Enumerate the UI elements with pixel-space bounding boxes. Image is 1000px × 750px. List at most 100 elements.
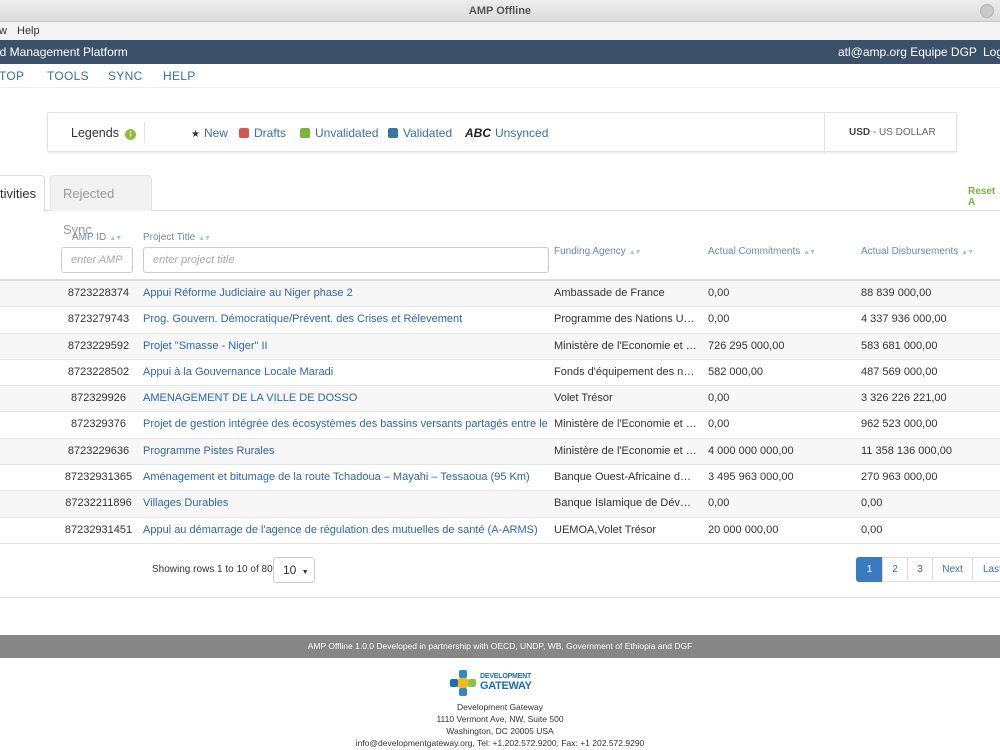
commitments-cell: 0,00 bbox=[708, 392, 730, 405]
project-title-link[interactable]: AMENAGEMENT DE LA VILLE DE DOSSO bbox=[143, 386, 549, 411]
table-row[interactable]: ✎87232931451Appui au démarrage de l'agen… bbox=[0, 518, 1000, 544]
next-page-button[interactable]: Next bbox=[932, 557, 973, 582]
funding-agency-cell: Ministère de l'Economie et des ... bbox=[554, 339, 697, 352]
legend-divider-2 bbox=[824, 113, 825, 153]
footer-contact: info@developmentgateway.org, Tel: +1.202… bbox=[355, 738, 645, 748]
title-filter-input[interactable]: enter project title bbox=[143, 247, 549, 273]
page-1-button[interactable]: 1 bbox=[856, 557, 883, 582]
project-title-link[interactable]: Aménagement et bitumage de la route Tcha… bbox=[143, 465, 549, 490]
sort-icon[interactable]: ▲▼ bbox=[961, 249, 974, 256]
development-gateway-logo: DEVELOPMENT GATEWAY bbox=[446, 667, 542, 699]
legend-validated-label: Validated bbox=[403, 126, 453, 140]
page-size-select[interactable]: 10 ▼ bbox=[273, 557, 315, 583]
currency-display: USD - US DOLLAR bbox=[849, 113, 936, 153]
table-row[interactable]: ✎8723229636Programme Pistes RuralesMinis… bbox=[0, 438, 1000, 466]
validated-swatch-icon bbox=[388, 128, 398, 138]
app-header: id Management Platform atl@amp.org Equip… bbox=[0, 40, 1000, 64]
amp-id-cell: 8723228502 bbox=[67, 365, 130, 378]
col-header-amp-id[interactable]: AMP ID ▲▼ bbox=[72, 232, 122, 243]
legend-validated: Validated bbox=[388, 113, 452, 153]
sort-icon[interactable]: ▲▼ bbox=[629, 249, 642, 256]
last-page-button[interactable]: Last bbox=[972, 557, 1000, 582]
amp-id-filter-input[interactable]: enter AMP bbox=[61, 247, 133, 273]
project-title-link[interactable]: Projet de gestion intégrée des écosystèm… bbox=[143, 412, 549, 437]
funding-agency-cell: Banque Islamique de Développ... bbox=[554, 497, 697, 510]
col-header-disbursements-label: Actual Disbursements bbox=[861, 246, 959, 257]
legend-unvalidated: Unvalidated bbox=[300, 113, 378, 153]
amp-id-cell: 87232931451 bbox=[64, 523, 133, 536]
sort-icon[interactable]: ▲▼ bbox=[198, 235, 211, 242]
currency-name: - US DOLLAR bbox=[870, 127, 936, 138]
currency-code: USD bbox=[849, 127, 871, 138]
table-row[interactable]: ✎87232931365Aménagement et bitumage de l… bbox=[0, 465, 1000, 492]
tab-rejected-sync[interactable]: Rejected Sync bbox=[50, 175, 152, 237]
main-nav: TOP TOOLS SYNC HELP bbox=[0, 64, 1000, 88]
col-header-title-label: Project Title bbox=[143, 232, 196, 243]
commitments-cell: 4 000 000 000,00 bbox=[708, 444, 794, 457]
col-header-disbursements[interactable]: Actual Disbursements ▲▼ bbox=[861, 246, 974, 257]
table-row[interactable]: ✎8723228374Appui Réforme Judiciaire au N… bbox=[0, 281, 1000, 308]
menu-item-window[interactable]: w bbox=[0, 22, 7, 40]
star-icon: ★ bbox=[191, 129, 200, 140]
funding-agency-cell: Volet Trésor bbox=[554, 392, 613, 405]
footer-credit: AMP Offline 1.0.0 Developed in partnersh… bbox=[0, 635, 1000, 658]
disbursements-cell: 962 523 000,00 bbox=[861, 418, 938, 431]
project-title-link[interactable]: Programme Pistes Rurales bbox=[143, 439, 549, 464]
project-title-link[interactable]: Appui à la Gouvernance Locale Maradi bbox=[143, 360, 549, 385]
nav-item-sync[interactable]: SYNC bbox=[108, 64, 143, 88]
menu-item-help[interactable]: Help bbox=[17, 22, 40, 40]
project-title-link[interactable]: Appui Réforme Judiciaire au Niger phase … bbox=[143, 281, 549, 306]
legend-new-label: New bbox=[203, 126, 228, 140]
table-row[interactable]: ✎8723229592Projet "Smasse - Niger" IIMin… bbox=[0, 333, 1000, 360]
col-header-agency-label: Funding Agency bbox=[554, 246, 626, 257]
project-title-link[interactable]: Projet "Smasse - Niger" II bbox=[143, 334, 549, 359]
logout-link[interactable]: Log bbox=[983, 40, 1000, 64]
col-header-commitments-label: Actual Commitments bbox=[708, 246, 801, 257]
disbursements-cell: 11 358 136 000,00 bbox=[861, 444, 952, 457]
project-title-link[interactable]: Villages Durables bbox=[143, 491, 549, 516]
sort-icon[interactable]: ▲▼ bbox=[109, 235, 122, 242]
table-row[interactable]: ✎8723279743Prog. Gouvern. Démocratique/P… bbox=[0, 307, 1000, 334]
table-row[interactable]: ✎872329376Projet de gestion intégrée des… bbox=[0, 412, 1000, 439]
window-title: AMP Offline bbox=[468, 5, 532, 17]
table-row[interactable]: ✎8723228502Appui à la Gouvernance Locale… bbox=[0, 360, 1000, 387]
reset-filters-link[interactable]: Reset A bbox=[968, 186, 1000, 208]
table-row[interactable]: ✎872329926AMENAGEMENT DE LA VILLE DE DOS… bbox=[0, 386, 1000, 413]
app-name: id Management Platform bbox=[0, 45, 128, 59]
funding-agency-cell: Ministère de l'Economie et des ... bbox=[554, 444, 697, 457]
table-row[interactable]: ✎87232211896Villages DurablesBanque Isla… bbox=[0, 491, 1000, 518]
page-2-button[interactable]: 2 bbox=[882, 557, 908, 582]
unsynced-abbr: ABC bbox=[465, 126, 491, 140]
col-header-agency[interactable]: Funding Agency ▲▼ bbox=[554, 246, 642, 257]
info-icon[interactable]: i bbox=[124, 129, 136, 140]
disbursements-cell: 3 326 226 221,00 bbox=[861, 392, 947, 405]
project-title-link[interactable]: Appui au démarrage de l'agence de régula… bbox=[143, 518, 549, 543]
pager-info: Showing rows 1 to 10 of 803 bbox=[152, 564, 279, 575]
legend-unvalidated-label: Unvalidated bbox=[315, 126, 379, 140]
user-account-link[interactable]: atl@amp.org Equipe DGP bbox=[838, 40, 977, 64]
commitments-cell: 0,00 bbox=[708, 418, 730, 431]
footer-address-2: Washington, DC 20005 USA bbox=[446, 726, 554, 736]
disbursements-cell: 270 963 000,00 bbox=[861, 471, 938, 484]
legend-panel: Legends i ★ New Drafts Unvalidated Validat… bbox=[47, 112, 957, 153]
col-header-commitments[interactable]: Actual Commitments ▲▼ bbox=[708, 246, 816, 257]
commitments-cell: 0,00 bbox=[708, 497, 730, 510]
window-close-icon[interactable] bbox=[980, 4, 994, 18]
nav-item-help[interactable]: HELP bbox=[163, 64, 196, 88]
legend-divider bbox=[144, 123, 145, 143]
project-title-link[interactable]: Prog. Gouvern. Démocratique/Prévent. des… bbox=[143, 307, 549, 332]
legend-title-label: Legends bbox=[71, 126, 119, 140]
funding-agency-cell: UEMOA,Volet Trésor bbox=[554, 523, 657, 536]
commitments-cell: 582 000,00 bbox=[708, 365, 764, 378]
activities-table: ✎8723228374Appui Réforme Judiciaire au N… bbox=[0, 279, 1000, 544]
commitments-cell: 20 000 000,00 bbox=[708, 523, 779, 536]
amp-id-cell: 872329926 bbox=[70, 392, 127, 405]
col-header-title[interactable]: Project Title ▲▼ bbox=[143, 232, 211, 243]
sort-icon[interactable]: ▲▼ bbox=[803, 249, 816, 256]
amp-id-cell: 8723279743 bbox=[67, 313, 130, 326]
nav-item-desktop[interactable]: TOP bbox=[0, 64, 24, 88]
page-3-button[interactable]: 3 bbox=[907, 557, 933, 582]
unvalidated-swatch-icon bbox=[300, 128, 310, 138]
nav-item-tools[interactable]: TOOLS bbox=[47, 64, 89, 88]
tab-activities[interactable]: tivities bbox=[0, 175, 45, 212]
